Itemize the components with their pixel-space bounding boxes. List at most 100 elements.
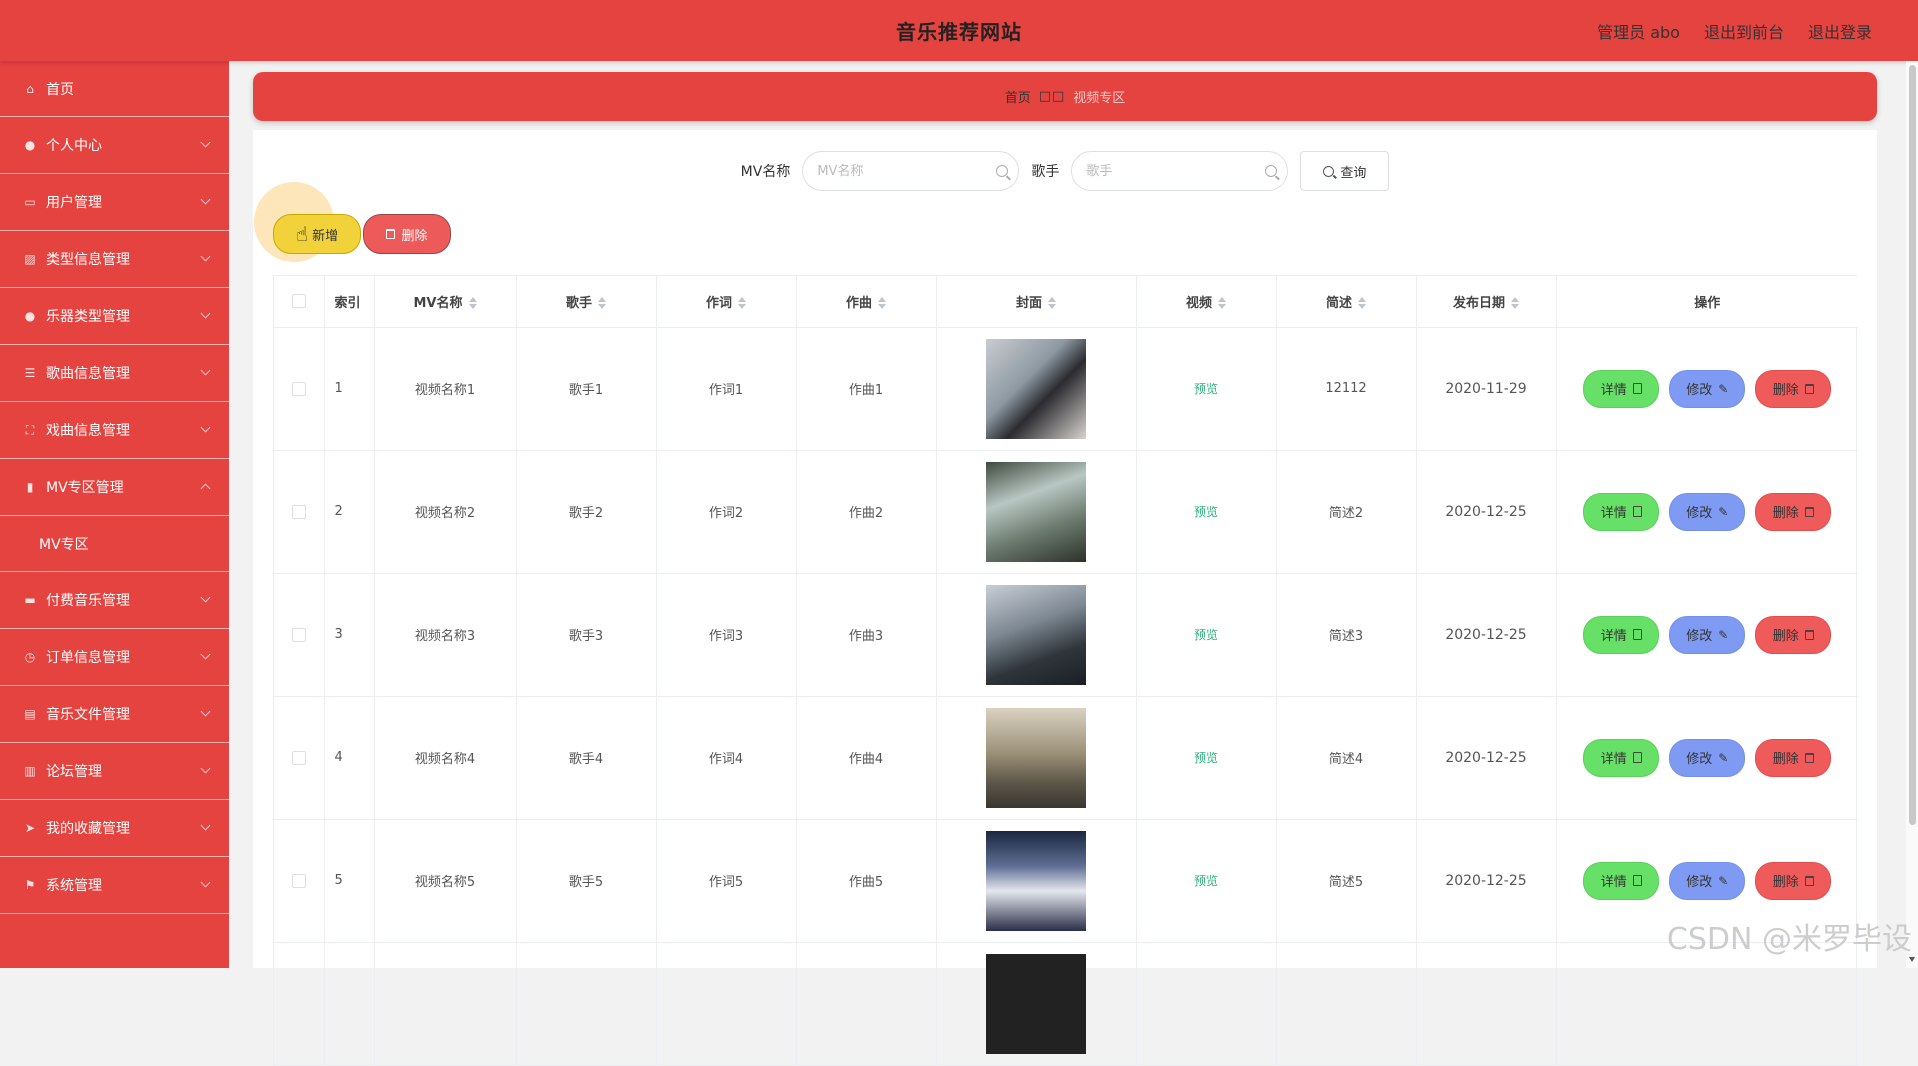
logout-link[interactable]: 退出登录 [1808, 19, 1872, 43]
chevron-down-icon [201, 138, 211, 148]
add-button[interactable]: ☝ 新增 [273, 214, 361, 254]
edit-button[interactable]: 修改✎ [1669, 862, 1745, 900]
cover-image[interactable] [986, 708, 1086, 808]
cover-image[interactable] [986, 462, 1086, 562]
cover-image[interactable] [986, 585, 1086, 685]
cover-image[interactable] [986, 831, 1086, 931]
doc-icon: ▤ [22, 706, 38, 722]
main-panel: MV名称 歌手 查询 ☝ 新增 删除 [253, 130, 1877, 968]
cell-description: 简述3 [1276, 573, 1416, 696]
detail-button[interactable]: 详情 [1583, 739, 1659, 777]
video-preview-link[interactable]: 预览 [1194, 751, 1218, 765]
delete-button[interactable]: 删除 [1755, 493, 1831, 531]
sidebar-item-mv-management[interactable]: ▮ MV专区管理 [0, 459, 229, 516]
sidebar-item-favorites[interactable]: ➤ 我的收藏管理 [0, 800, 229, 857]
table-row: 5 视频名称5 歌手5 作词5 作曲5 预览 简述5 2020-12-25 详情… [274, 819, 1858, 942]
header-release-date[interactable]: 发布日期 [1416, 276, 1556, 327]
sidebar-item-label: 音乐文件管理 [46, 704, 130, 724]
header-video[interactable]: 视频 [1136, 276, 1276, 327]
sidebar-item-forum[interactable]: ▥ 论坛管理 [0, 743, 229, 800]
sidebar-item-personal-center[interactable]: ● 个人中心 [0, 117, 229, 174]
detail-button[interactable]: 详情 [1583, 862, 1659, 900]
sidebar-subitem-mv-zone[interactable]: MV专区 [0, 516, 229, 572]
cover-image[interactable] [986, 339, 1086, 439]
singer-search [1071, 151, 1288, 191]
mv-name-input[interactable] [817, 152, 987, 190]
edit-button[interactable]: 修改✎ [1669, 616, 1745, 654]
header-lyricist[interactable]: 作词 [656, 276, 796, 327]
video-preview-link[interactable]: 预览 [1194, 874, 1218, 888]
row-select-cell [274, 573, 324, 696]
detail-label: 详情 [1601, 748, 1627, 767]
select-all-cell [274, 276, 324, 327]
video-preview-link[interactable]: 预览 [1194, 628, 1218, 642]
sidebar-item-music-files[interactable]: ▤ 音乐文件管理 [0, 686, 229, 743]
chevron-down-icon [201, 878, 211, 888]
pencil-icon: ✎ [1718, 628, 1728, 642]
admin-label: 管理员 abo [1597, 19, 1680, 43]
sidebar-item-instrument-type[interactable]: ● 乐器类型管理 [0, 288, 229, 345]
header-label: 作词 [706, 296, 732, 311]
sidebar-item-paid-music[interactable]: ▬ 付费音乐管理 [0, 572, 229, 629]
header-composer[interactable]: 作曲 [796, 276, 936, 327]
cell-video: 预览 [1136, 327, 1276, 450]
cell-singer: 歌手5 [516, 819, 656, 942]
sidebar-item-user-management[interactable]: ▭ 用户管理 [0, 174, 229, 231]
edit-button[interactable]: 修改✎ [1669, 493, 1745, 531]
row-checkbox[interactable] [292, 382, 306, 396]
edit-button[interactable]: 修改✎ [1669, 370, 1745, 408]
header-singer[interactable]: 歌手 [516, 276, 656, 327]
sidebar-item-label: 订单信息管理 [46, 647, 130, 667]
sidebar-item-home[interactable]: ⌂ 首页 [0, 61, 229, 117]
trash-icon [1805, 630, 1814, 640]
cell-singer: 歌手2 [516, 450, 656, 573]
sidebar-item-song-info[interactable]: ☰ 歌曲信息管理 [0, 345, 229, 402]
breadcrumb-home[interactable]: 首页 [1005, 87, 1031, 106]
sidebar-item-order-info[interactable]: ◷ 订单信息管理 [0, 629, 229, 686]
sidebar-item-type-info[interactable]: ▨ 类型信息管理 [0, 231, 229, 288]
video-preview-link[interactable]: 预览 [1194, 505, 1218, 519]
sidebar-item-system[interactable]: ⚑ 系统管理 [0, 857, 229, 914]
video-preview-link[interactable]: 预览 [1194, 382, 1218, 396]
row-checkbox[interactable] [292, 874, 306, 888]
batch-delete-button[interactable]: 删除 [363, 214, 451, 254]
cell-mv-name: 视频名称2 [374, 450, 516, 573]
header-mv-name[interactable]: MV名称 [374, 276, 516, 327]
header-label: 歌手 [566, 296, 592, 311]
pencil-icon: ✎ [1718, 874, 1728, 888]
cell-lyricist: 作词4 [656, 696, 796, 819]
delete-label: 删除 [1773, 379, 1799, 398]
header-description[interactable]: 简述 [1276, 276, 1416, 327]
singer-input[interactable] [1086, 152, 1256, 190]
header-cover[interactable]: 封面 [936, 276, 1136, 327]
page-scrollbar[interactable] [1906, 61, 1918, 968]
cover-image[interactable] [986, 954, 1086, 1054]
detail-button[interactable]: 详情 [1583, 370, 1659, 408]
header-label: MV名称 [414, 296, 463, 311]
delete-button[interactable]: 删除 [1755, 370, 1831, 408]
cell-mv-name: 视频名称1 [374, 327, 516, 450]
cell-cover [936, 696, 1136, 819]
delete-button[interactable]: 删除 [1755, 739, 1831, 777]
watermark: CSDN @米罗毕设 [1667, 914, 1912, 958]
card-icon: ▭ [22, 194, 38, 210]
scrollbar-thumb[interactable] [1909, 65, 1916, 825]
row-checkbox[interactable] [292, 628, 306, 642]
search-icon [1265, 165, 1277, 177]
cell-composer: 作曲2 [796, 450, 936, 573]
detail-button[interactable]: 详情 [1583, 616, 1659, 654]
exit-to-front-link[interactable]: 退出到前台 [1704, 19, 1784, 43]
select-all-checkbox[interactable] [292, 294, 306, 308]
chevron-down-icon [201, 593, 211, 603]
query-button[interactable]: 查询 [1300, 151, 1389, 191]
delete-button[interactable]: 删除 [1755, 862, 1831, 900]
delete-button[interactable]: 删除 [1755, 616, 1831, 654]
row-checkbox[interactable] [292, 505, 306, 519]
sidebar-item-opera-info[interactable]: ⛶ 戏曲信息管理 [0, 402, 229, 459]
sidebar-item-label: 戏曲信息管理 [46, 420, 130, 440]
row-checkbox[interactable] [292, 751, 306, 765]
edit-button[interactable]: 修改✎ [1669, 739, 1745, 777]
detail-button[interactable]: 详情 [1583, 493, 1659, 531]
cell-operations: 详情 修改✎ 删除 [1556, 450, 1858, 573]
sidebar-item-label: 论坛管理 [46, 761, 102, 781]
